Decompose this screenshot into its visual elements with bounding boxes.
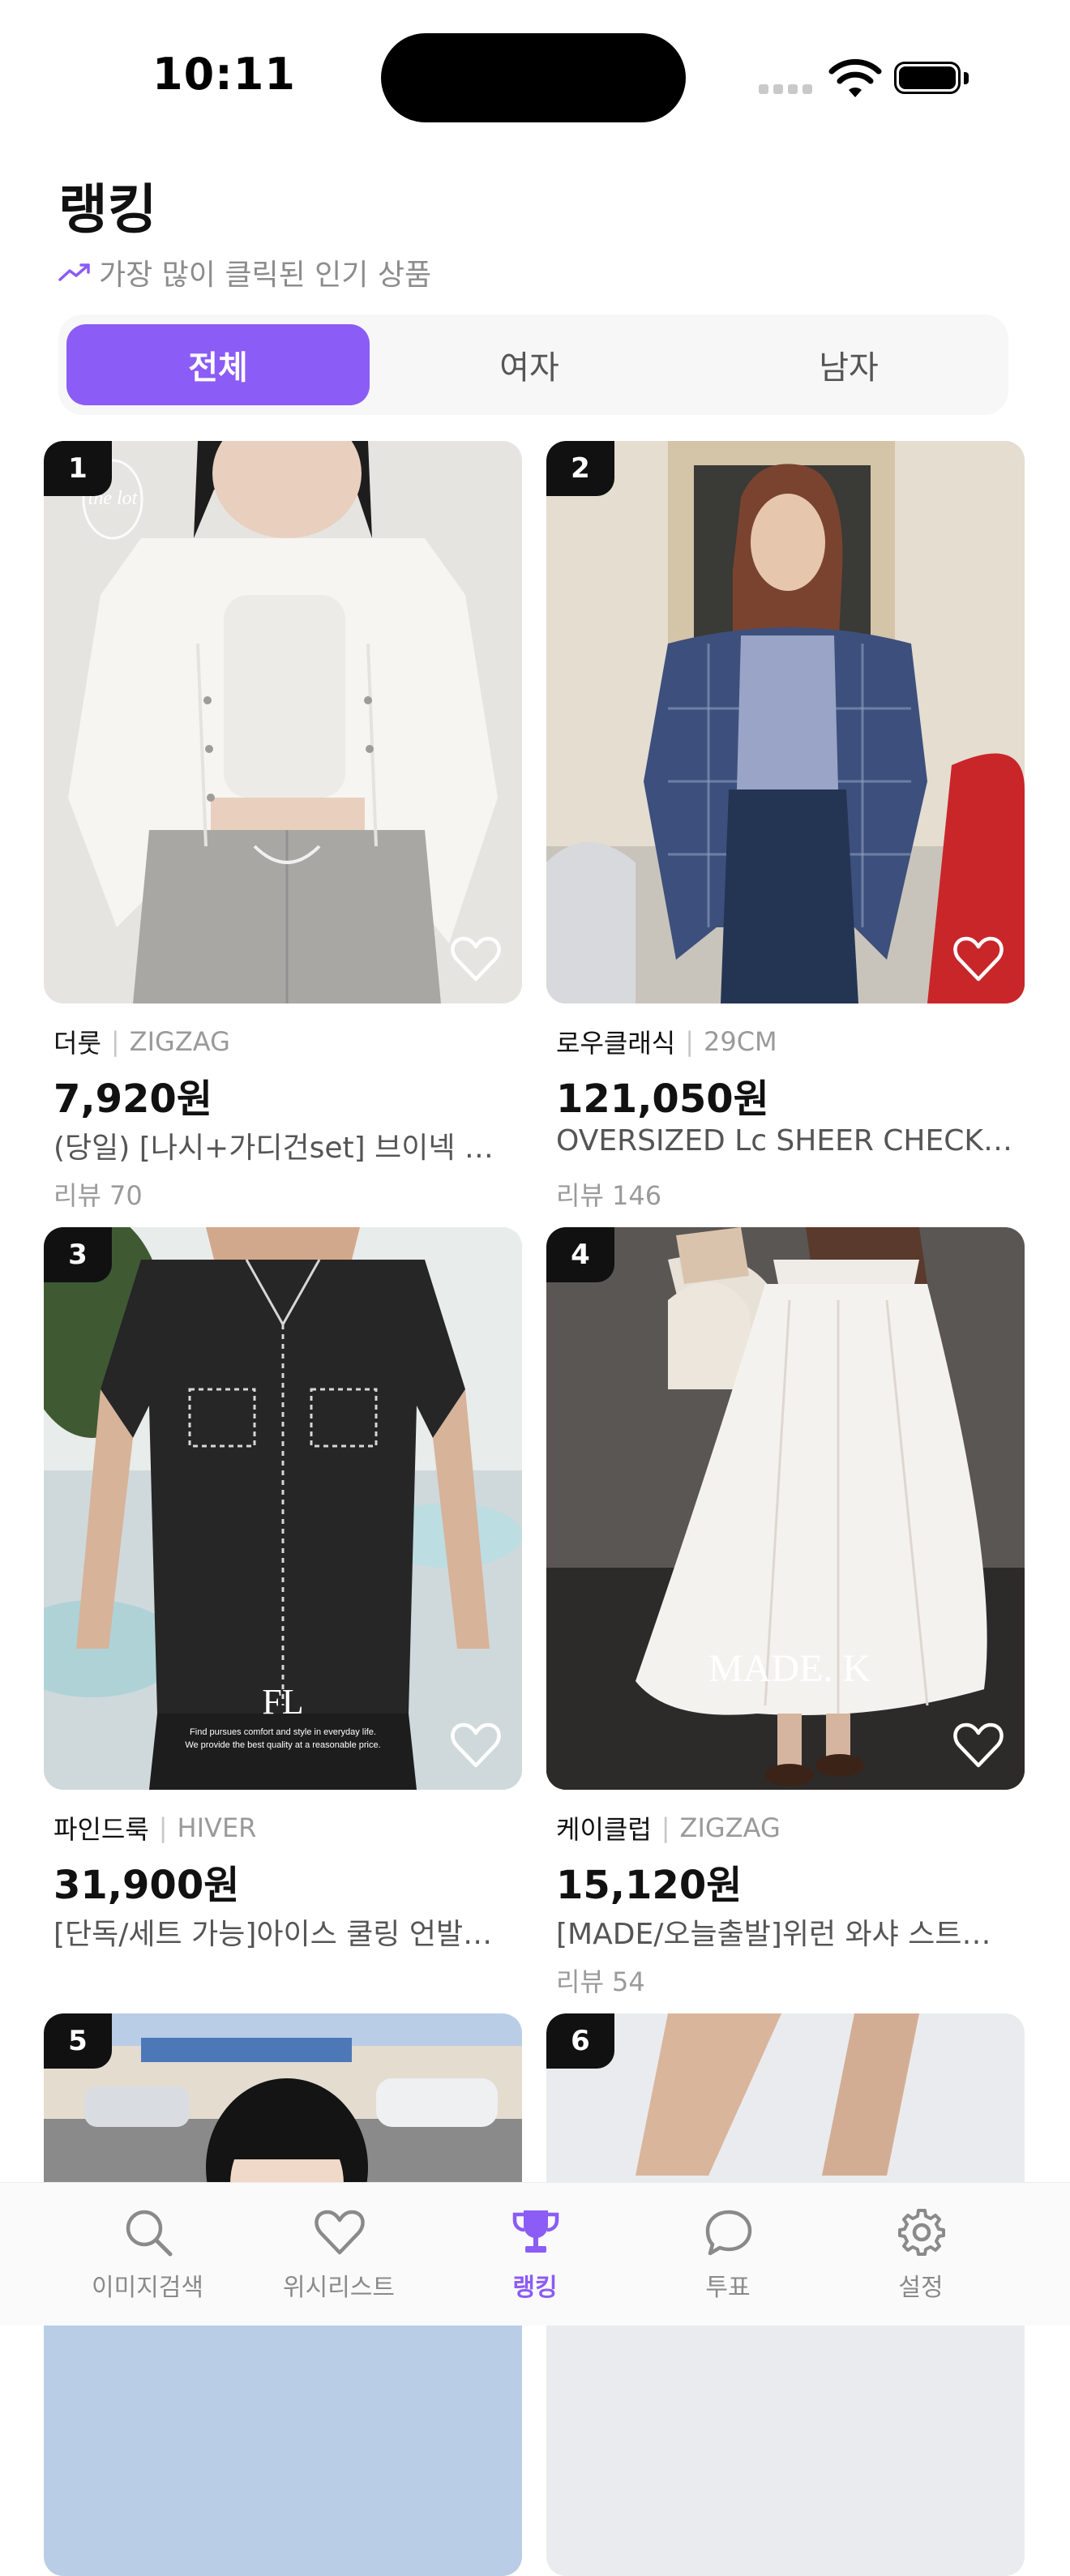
product-image[interactable]: 2 bbox=[546, 441, 1025, 1003]
product-price: 31,900원 bbox=[54, 1863, 240, 1908]
tab-settings[interactable]: 설정 bbox=[825, 2183, 1016, 2326]
separator: | bbox=[685, 1026, 694, 1057]
search-icon bbox=[126, 2210, 173, 2257]
image-logo-text: MADE. K bbox=[708, 1647, 871, 1690]
separator: | bbox=[661, 1812, 670, 1843]
brand-name: 로우클래식 bbox=[556, 1028, 676, 1059]
wifi-icon bbox=[828, 58, 882, 97]
store-name: HIVER bbox=[177, 1812, 257, 1843]
chat-bubble-icon bbox=[705, 2210, 752, 2256]
heart-icon[interactable] bbox=[953, 935, 1004, 982]
review-count: 리뷰 146 bbox=[556, 1180, 662, 1211]
brand-name: 더룻 bbox=[54, 1028, 101, 1059]
segment-women[interactable]: 여자 bbox=[378, 324, 681, 405]
product-image[interactable]: FL Find pursues comfort and style in eve… bbox=[44, 1227, 522, 1790]
tab-label: 투표 bbox=[705, 2274, 751, 2302]
trophy-icon bbox=[512, 2210, 559, 2253]
brand-name: 케이클럽 bbox=[556, 1814, 652, 1845]
image-caption-2: We provide the best quality at a reasona… bbox=[185, 1740, 380, 1750]
tab-label: 랭킹 bbox=[512, 2274, 558, 2302]
cellular-signal-icon bbox=[759, 84, 812, 96]
trending-up-icon bbox=[58, 263, 90, 281]
tab-wishlist[interactable]: 위시리스트 bbox=[243, 2183, 434, 2326]
battery-icon bbox=[894, 62, 970, 96]
gear-icon bbox=[898, 2209, 945, 2256]
status-time: 10:11 bbox=[152, 49, 296, 100]
product-name: (당일) [나시+가디건set] 브이넥 가디건 세트 bbox=[54, 1132, 512, 1165]
heart-icon bbox=[315, 2210, 365, 2255]
tab-label: 설정 bbox=[898, 2274, 944, 2302]
product-price: 121,050원 bbox=[556, 1076, 769, 1122]
heart-icon[interactable] bbox=[451, 1722, 501, 1769]
tab-ranking[interactable]: 랭킹 bbox=[439, 2183, 631, 2326]
store-name: ZIGZAG bbox=[129, 1026, 230, 1057]
page-subtitle: 가장 많이 클릭된 인기 상품 bbox=[58, 255, 431, 292]
brand-row: 로우클래식 | 29CM bbox=[556, 1023, 777, 1060]
product-name: [MADE/오늘출발]위런 와샤 스트랩 롱스커트 bbox=[556, 1918, 1015, 1951]
product-image[interactable]: MADE. K 4 bbox=[546, 1227, 1025, 1790]
bottom-tab-bar: 이미지검색 위시리스트 랭킹 투표 설정 bbox=[0, 2182, 1070, 2326]
review-count: 리뷰 54 bbox=[556, 1966, 645, 1997]
subtitle-text: 가장 많이 클릭된 인기 상품 bbox=[99, 259, 432, 292]
rank-badge: 1 bbox=[44, 441, 112, 496]
brand-row: 더룻 | ZIGZAG bbox=[54, 1023, 230, 1060]
image-logo-text: FL bbox=[262, 1682, 303, 1722]
product-price: 7,920원 bbox=[54, 1076, 212, 1122]
review-count: 리뷰 70 bbox=[54, 1180, 143, 1211]
page-title: 랭킹 bbox=[58, 178, 157, 241]
product-image[interactable]: the lot 1 bbox=[44, 441, 522, 1003]
rank-badge: 5 bbox=[44, 2013, 112, 2069]
brand-name: 파인드룩 bbox=[54, 1814, 149, 1845]
separator: | bbox=[110, 1026, 120, 1057]
separator: | bbox=[158, 1812, 168, 1843]
brand-row: 파인드룩 | HIVER bbox=[54, 1809, 256, 1846]
segment-all[interactable]: 전체 bbox=[66, 324, 370, 405]
gender-segment-control: 전체 여자 남자 bbox=[58, 315, 1008, 415]
rank-badge: 2 bbox=[546, 441, 614, 496]
segment-men[interactable]: 남자 bbox=[697, 324, 1000, 405]
heart-icon[interactable] bbox=[451, 935, 501, 982]
rank-badge: 3 bbox=[44, 1227, 112, 1282]
tab-label: 위시리스트 bbox=[283, 2274, 395, 2302]
rank-badge: 4 bbox=[546, 1227, 614, 1282]
dynamic-island bbox=[381, 33, 686, 122]
image-caption-1: Find pursues comfort and style in everyd… bbox=[190, 1727, 376, 1737]
tab-image-search[interactable]: 이미지검색 bbox=[52, 2183, 243, 2326]
brand-row: 케이클럽 | ZIGZAG bbox=[556, 1809, 781, 1846]
product-price: 15,120원 bbox=[556, 1863, 743, 1908]
tab-vote[interactable]: 투표 bbox=[632, 2183, 824, 2326]
status-bar: 10:11 bbox=[0, 0, 1070, 154]
rank-badge: 6 bbox=[546, 2013, 614, 2069]
product-name: OVERSIZED Lc SHEER CHECK SHIRT bbox=[556, 1124, 1015, 1157]
store-name: ZIGZAG bbox=[679, 1812, 781, 1843]
tab-label: 이미지검색 bbox=[92, 2274, 203, 2302]
store-name: 29CM bbox=[703, 1026, 777, 1057]
product-name: [단독/세트 가능]아이스 쿨링 언발란스 데님 셔츠 bbox=[54, 1918, 512, 1951]
heart-icon[interactable] bbox=[953, 1722, 1004, 1769]
